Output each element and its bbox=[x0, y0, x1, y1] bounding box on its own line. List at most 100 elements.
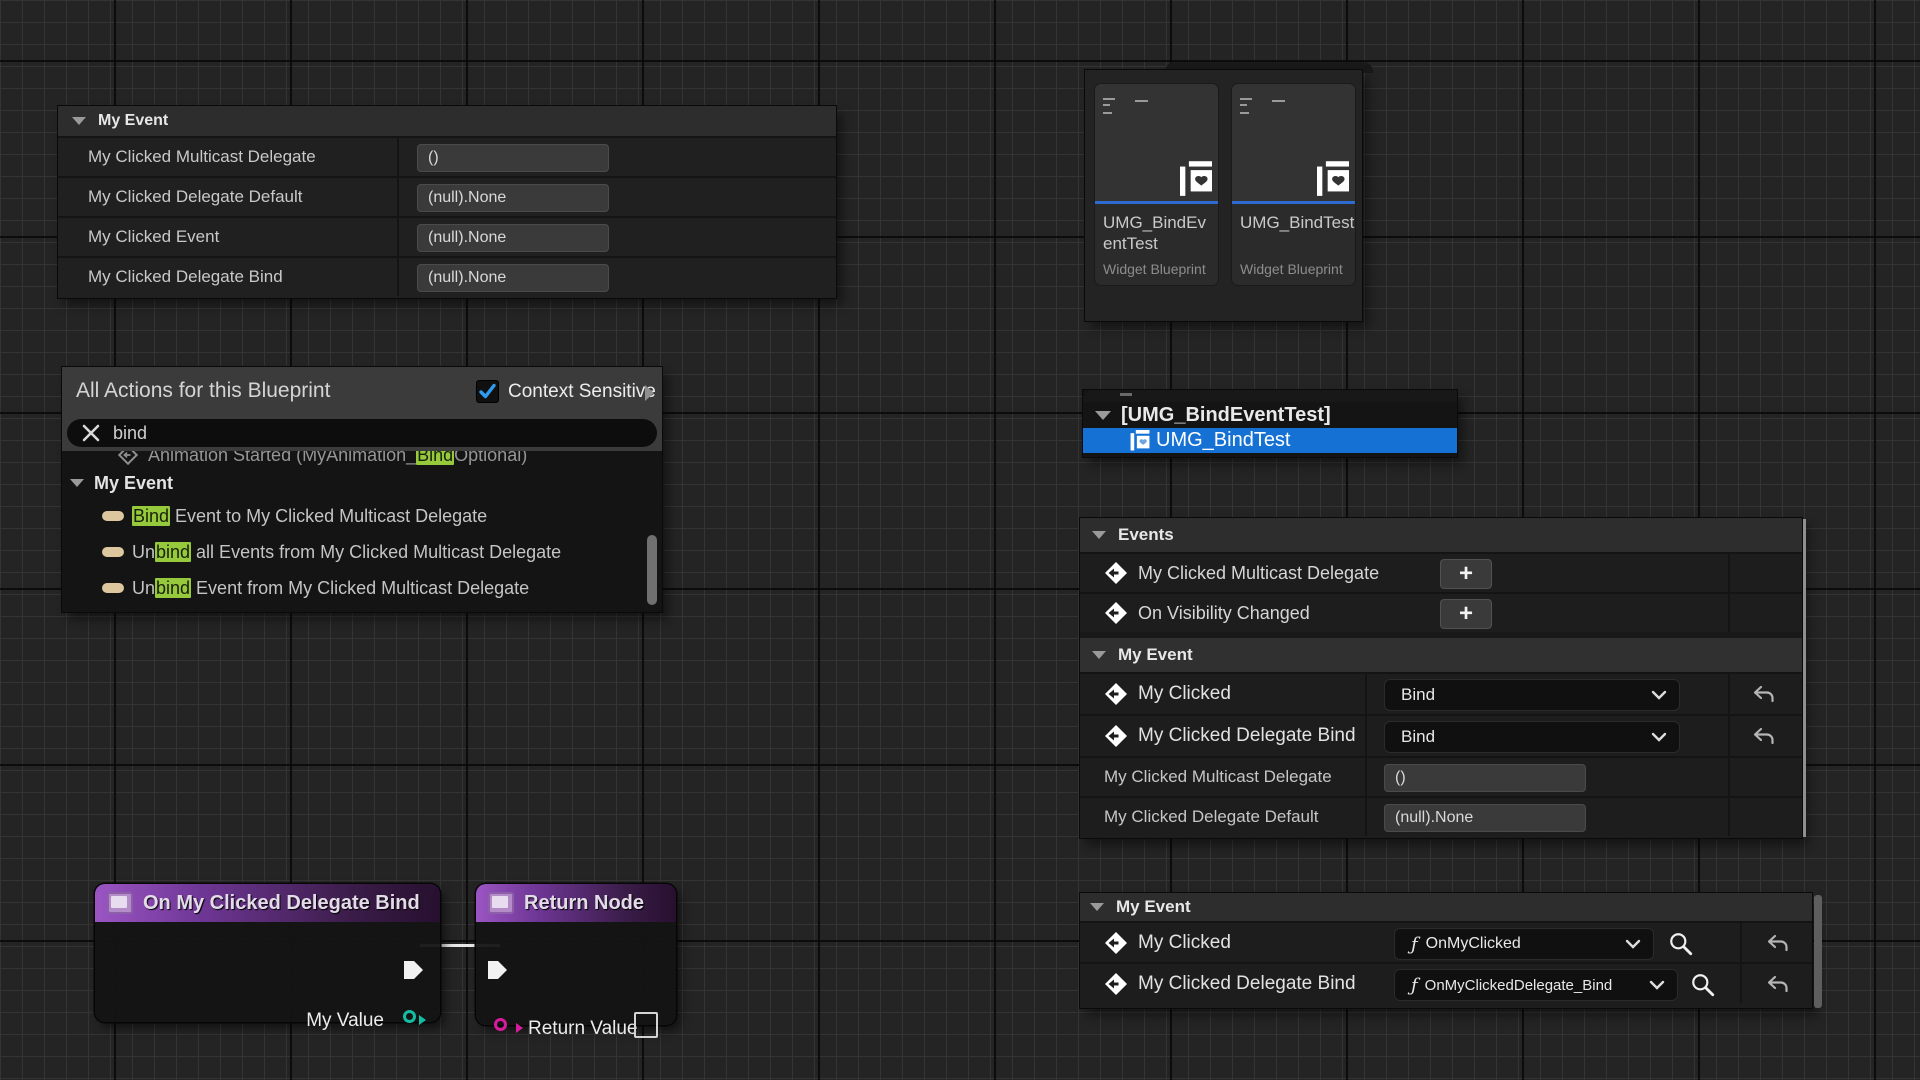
right-panel-scrollbar[interactable] bbox=[1803, 519, 1806, 837]
property-label: My Clicked Delegate Bind bbox=[1138, 725, 1356, 747]
asset-thumbnail bbox=[1095, 84, 1218, 201]
browse-to-function-icon[interactable] bbox=[1690, 972, 1716, 998]
widget-hierarchy-fragment: [UMG_BindEventTest] UMG_BindTest bbox=[1083, 390, 1457, 457]
expand-arrow-icon[interactable] bbox=[645, 385, 654, 401]
property-value-field[interactable]: (null).None bbox=[1384, 804, 1586, 832]
pin-arrow bbox=[516, 1023, 523, 1033]
action-item[interactable]: Bind Event to My Clicked Multicast Deleg… bbox=[62, 498, 662, 534]
property-row: My Clicked Multicast Delegate () bbox=[1080, 756, 1802, 796]
property-row[interactable]: My Clicked Multicast Delegate () bbox=[58, 136, 836, 176]
pin-arrow bbox=[419, 1015, 426, 1025]
property-value-field[interactable]: () bbox=[417, 144, 609, 172]
section-header-my-event[interactable]: My Event bbox=[1080, 638, 1802, 672]
reset-to-default-icon[interactable] bbox=[1766, 975, 1790, 995]
search-input[interactable] bbox=[111, 420, 591, 446]
action-item[interactable]: Unbind all Events from My Clicked Multic… bbox=[62, 534, 662, 570]
node-title: Return Node bbox=[524, 892, 644, 915]
event-diamond-icon bbox=[1104, 560, 1128, 586]
hierarchy-root-row[interactable]: [UMG_BindEventTest] bbox=[1083, 402, 1457, 428]
binding-dropdown[interactable]: Bind bbox=[1384, 679, 1680, 711]
action-item-truncated[interactable]: Animation Started (MyAnimation_BindOptio… bbox=[62, 451, 662, 468]
pin-label: My Value bbox=[306, 1010, 384, 1032]
reset-to-default-icon[interactable] bbox=[1752, 727, 1776, 747]
property-label: My Clicked Event bbox=[58, 227, 219, 247]
reset-to-default-icon[interactable] bbox=[1766, 934, 1790, 954]
browse-to-function-icon[interactable] bbox=[1668, 931, 1694, 957]
node-on-my-clicked-delegate-bind[interactable]: On My Clicked Delegate Bind My Value bbox=[95, 884, 440, 1022]
event-label: My Clicked Multicast Delegate bbox=[1138, 563, 1379, 584]
bound-function-dropdown[interactable]: ƒ OnMyClickedDelegate_Bind bbox=[1394, 969, 1678, 1001]
collapse-triangle-icon bbox=[1090, 903, 1104, 911]
details-panel-right: Events My Clicked Multicast Delegate + O… bbox=[1080, 518, 1802, 838]
add-event-button[interactable]: + bbox=[1440, 599, 1492, 629]
node-body[interactable]: My Value bbox=[95, 922, 440, 1022]
search-match-highlight: bind bbox=[155, 578, 191, 598]
node-header[interactable]: On My Clicked Delegate Bind bbox=[95, 884, 440, 922]
event-diamond-icon bbox=[1104, 723, 1128, 749]
section-title: My Event bbox=[98, 112, 168, 130]
property-value-field[interactable]: (null).None bbox=[417, 264, 609, 292]
search-pill[interactable] bbox=[67, 419, 657, 447]
widget-blueprint-icon bbox=[1128, 430, 1152, 451]
property-row[interactable]: My Clicked Delegate Bind (null).None bbox=[58, 256, 836, 296]
bottom-right-scrollbar[interactable] bbox=[1814, 895, 1822, 1008]
section-header-my-event[interactable]: My Event bbox=[1080, 893, 1812, 921]
function-node-icon bbox=[107, 892, 133, 914]
property-label: My Clicked Delegate Default bbox=[58, 187, 302, 207]
property-row[interactable]: My Clicked Delegate Default (null).None bbox=[58, 176, 836, 216]
add-event-button[interactable]: + bbox=[1440, 559, 1492, 589]
chevron-down-icon bbox=[1651, 732, 1667, 742]
property-label: My Clicked Delegate Bind bbox=[58, 267, 283, 287]
search-match-highlight: bind bbox=[155, 542, 191, 562]
node-header[interactable]: Return Node bbox=[476, 884, 676, 922]
actions-scrollbar[interactable] bbox=[647, 535, 657, 605]
function-glyph-icon: ƒ bbox=[1411, 934, 1418, 955]
property-value-field[interactable]: () bbox=[1384, 764, 1586, 792]
my-value-pin[interactable] bbox=[403, 1010, 416, 1023]
event-diamond-icon bbox=[1104, 681, 1128, 707]
property-value-field[interactable]: (null).None bbox=[417, 224, 609, 252]
delegate-binding-row: My Clicked ƒ OnMyClicked bbox=[1080, 921, 1812, 962]
event-row: On Visibility Changed + bbox=[1080, 592, 1802, 632]
pin-label: Return Value bbox=[528, 1018, 638, 1040]
property-value-field[interactable]: (null).None bbox=[417, 184, 609, 212]
chevron-down-icon bbox=[1651, 690, 1667, 700]
widget-blueprint-icon bbox=[1180, 161, 1212, 197]
details-rows: My Clicked Multicast Delegate () My Clic… bbox=[58, 136, 836, 296]
node-body[interactable]: Return Value bbox=[476, 922, 676, 1025]
node-title: On My Clicked Delegate Bind bbox=[143, 892, 420, 915]
section-header-events[interactable]: Events bbox=[1080, 518, 1802, 552]
reset-to-default-icon[interactable] bbox=[1752, 685, 1776, 705]
event-diamond-icon bbox=[1104, 600, 1128, 626]
property-label: My Clicked bbox=[1138, 683, 1231, 705]
hierarchy-selected-row[interactable]: UMG_BindTest bbox=[1083, 428, 1457, 453]
exec-in-pin[interactable] bbox=[486, 958, 510, 982]
asset-tile[interactable]: UMG_BindEventTest Widget Blueprint bbox=[1095, 84, 1218, 285]
blueprint-graph-background[interactable]: My Event My Clicked Multicast Delegate (… bbox=[0, 0, 1920, 1080]
node-return-node[interactable]: Return Node Return Value bbox=[476, 884, 676, 1025]
chevron-down-icon bbox=[1625, 939, 1641, 949]
property-row[interactable]: My Clicked Event (null).None bbox=[58, 216, 836, 256]
asset-tile[interactable]: UMG_BindTest Widget Blueprint bbox=[1232, 84, 1355, 285]
actions-menu-header: All Actions for this Blueprint Context S… bbox=[62, 367, 662, 417]
search-match-highlight: Bind bbox=[416, 451, 454, 465]
action-item[interactable]: Unbind Event from My Clicked Multicast D… bbox=[62, 570, 662, 606]
event-diamond-icon bbox=[1104, 971, 1128, 997]
clear-search-icon[interactable] bbox=[82, 424, 100, 442]
function-pill-icon bbox=[102, 547, 124, 557]
collapse-triangle-icon bbox=[1092, 531, 1106, 539]
chevron-down-icon bbox=[1649, 980, 1665, 990]
context-sensitive-checkbox[interactable] bbox=[476, 380, 499, 403]
context-sensitive-label[interactable]: Context Sensitive bbox=[508, 381, 656, 403]
return-value-pin[interactable] bbox=[494, 1018, 507, 1031]
bound-function-dropdown[interactable]: ƒ OnMyClicked bbox=[1394, 928, 1654, 960]
exec-out-pin[interactable] bbox=[402, 958, 426, 982]
binding-dropdown[interactable]: Bind bbox=[1384, 721, 1680, 753]
return-value-checkbox[interactable] bbox=[634, 1012, 658, 1038]
widget-blueprint-icon bbox=[1317, 161, 1349, 197]
action-category-my-event[interactable]: My Event bbox=[62, 468, 662, 498]
section-header-my-event[interactable]: My Event bbox=[58, 106, 836, 136]
event-diamond-icon bbox=[118, 451, 138, 466]
asset-type-label: Widget Blueprint bbox=[1240, 261, 1343, 277]
event-row: My Clicked Multicast Delegate + bbox=[1080, 552, 1802, 592]
